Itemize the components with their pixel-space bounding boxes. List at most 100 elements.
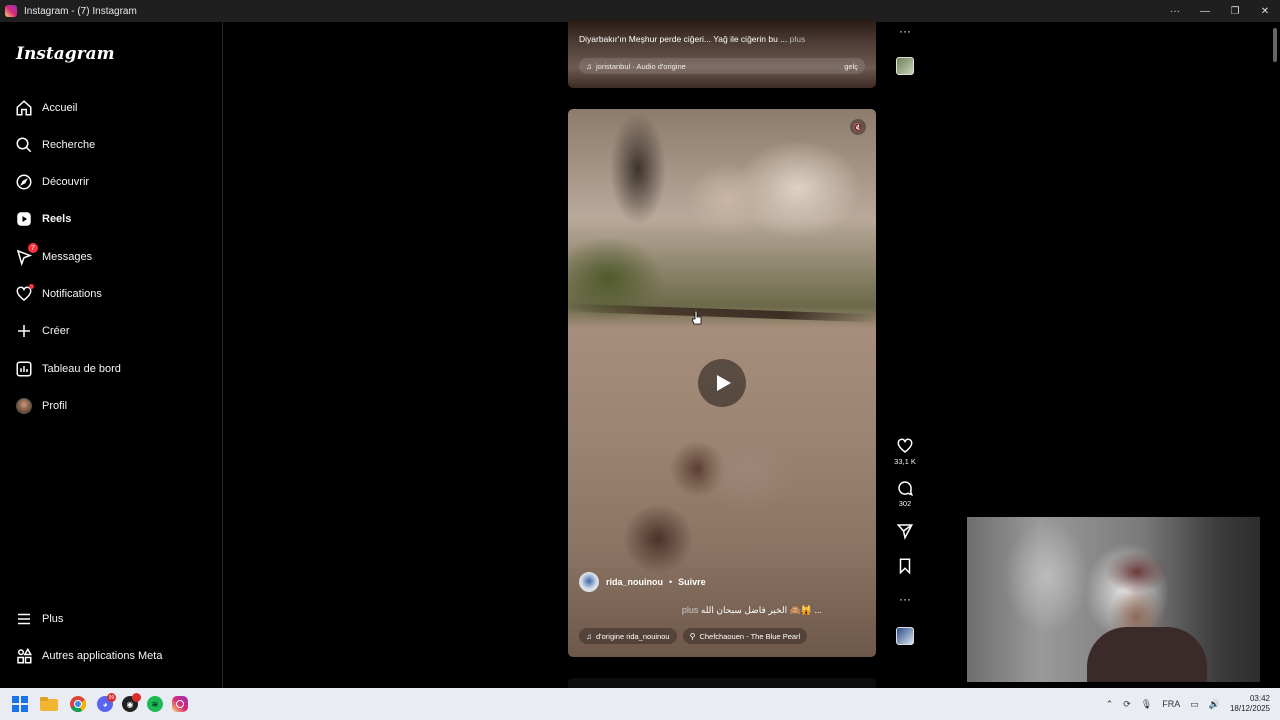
clock-time: 03:42 bbox=[1249, 694, 1270, 703]
audio-thumbnail-image bbox=[896, 57, 914, 75]
play-icon bbox=[717, 375, 731, 391]
messenger-icon: 7 bbox=[14, 243, 38, 267]
messages-badge: 7 bbox=[28, 243, 38, 253]
send-icon bbox=[896, 524, 913, 540]
reel-tags: ♫ d'origine rida_nouinou ⚲ Chefchaouen -… bbox=[579, 628, 808, 644]
clock[interactable]: 03:42 18/12/2025 bbox=[1230, 694, 1270, 714]
sidebar-item-label: Découvrir bbox=[42, 176, 90, 188]
sidebar-item-label: Tableau de bord bbox=[42, 363, 121, 375]
taskbar-apps: ◕ 99 ◉ ≋ bbox=[10, 693, 188, 714]
sidebar-item-create[interactable]: Créer bbox=[14, 318, 214, 344]
windows-taskbar: ◕ 99 ◉ ≋ ⌃ ⟳ 🎙 FRA ▭ 🔊 03:42 18/12/2025 bbox=[0, 688, 1280, 720]
comment-button[interactable]: 302 bbox=[885, 479, 925, 508]
reel-video[interactable]: 🔇 rida_nouinou • Suivre plus الخير فاضل … bbox=[568, 109, 876, 657]
avatar bbox=[16, 398, 32, 414]
discord-icon[interactable]: ◕ 99 bbox=[97, 693, 116, 712]
sync-icon[interactable]: ⟳ bbox=[1123, 699, 1131, 710]
audio-thumbnail[interactable] bbox=[885, 57, 925, 75]
microphone-icon[interactable]: 🎙 bbox=[1141, 699, 1152, 710]
chrome-icon[interactable] bbox=[68, 694, 88, 714]
scrollbar-thumb[interactable] bbox=[1273, 28, 1277, 62]
restore-icon[interactable]: ❐ bbox=[1220, 0, 1250, 22]
sidebar-item-label: Notifications bbox=[42, 288, 102, 300]
sidebar-item-dashboard[interactable]: Tableau de bord bbox=[14, 356, 214, 382]
sidebar-item-meta-apps[interactable]: Autres applications Meta bbox=[14, 643, 214, 669]
volume-icon[interactable]: 🔊 bbox=[1209, 699, 1220, 710]
author-avatar[interactable] bbox=[579, 572, 599, 592]
location-tag[interactable]: ⚲ Chefchaouen - The Blue Pearl bbox=[682, 628, 808, 644]
reels-icon bbox=[14, 209, 34, 229]
audio-tag[interactable]: ♫ joristanbul · Audio d'origine gelç bbox=[579, 58, 865, 74]
chevron-up-icon[interactable]: ⌃ bbox=[1106, 699, 1114, 710]
sidebar-item-label: Autres applications Meta bbox=[42, 650, 163, 662]
sidebar-item-label: Messages bbox=[42, 251, 93, 263]
close-icon[interactable]: ✕ bbox=[1250, 0, 1280, 22]
share-button[interactable] bbox=[885, 522, 925, 540]
instagram-taskbar-icon[interactable] bbox=[172, 696, 188, 712]
discord-badge: 99 bbox=[107, 693, 116, 702]
follow-button[interactable]: Suivre bbox=[678, 577, 706, 587]
heart-icon bbox=[897, 438, 913, 453]
caption-text: الخير فاضل سبحان الله 🙈🙀 ... bbox=[700, 605, 822, 615]
audio-thumbnail-image bbox=[896, 627, 914, 645]
music-note-icon: ♫ bbox=[586, 61, 592, 71]
music-note-icon: ♫ bbox=[586, 631, 592, 641]
scrollbar[interactable] bbox=[1270, 22, 1280, 688]
audio-label: d'origine rida_nouinou bbox=[596, 631, 670, 641]
profile-icon-wrap bbox=[14, 396, 34, 416]
windows-start-icon[interactable] bbox=[10, 694, 30, 714]
sidebar-item-more[interactable]: Plus bbox=[14, 606, 214, 632]
sidebar-item-messages[interactable]: 7 Messages bbox=[14, 243, 214, 270]
more-link[interactable]: plus bbox=[682, 605, 699, 615]
minimize-icon[interactable]: — bbox=[1190, 0, 1220, 22]
more-options-button[interactable]: ··· bbox=[885, 24, 925, 38]
more-link[interactable]: plus bbox=[790, 34, 806, 44]
audio-tag[interactable]: ♫ d'origine rida_nouinou bbox=[579, 628, 677, 644]
location-pin-icon: ⚲ bbox=[689, 631, 696, 641]
more-options-button[interactable]: ··· bbox=[885, 592, 925, 606]
instagram-logo[interactable]: Instagram bbox=[16, 44, 115, 64]
search-icon bbox=[14, 135, 34, 155]
reel-caption[interactable]: plus الخير فاضل سبحان الله 🙈🙀 ... bbox=[682, 605, 822, 616]
author-name[interactable]: rida_nouinou bbox=[606, 577, 663, 587]
reel-author: rida_nouinou • Suivre bbox=[579, 572, 706, 592]
video-detail bbox=[568, 303, 876, 323]
display-icon[interactable]: ▭ bbox=[1190, 699, 1199, 710]
spotify-icon[interactable]: ≋ bbox=[147, 696, 163, 712]
sidebar-item-notifications[interactable]: Notifications bbox=[14, 281, 214, 307]
play-button[interactable] bbox=[698, 359, 746, 407]
mute-icon[interactable]: 🔇 bbox=[850, 119, 866, 135]
comment-count: 302 bbox=[898, 499, 912, 508]
audio-thumbnail[interactable] bbox=[885, 627, 925, 645]
like-button[interactable]: 33,1 K bbox=[885, 437, 925, 466]
save-button[interactable] bbox=[885, 557, 925, 575]
sidebar-item-explore[interactable]: Découvrir bbox=[14, 169, 214, 195]
sidebar-item-label: Reels bbox=[42, 213, 72, 225]
notification-dot bbox=[29, 284, 34, 289]
obs-icon[interactable]: ◉ bbox=[122, 693, 141, 712]
window-controls: ··· — ❐ ✕ bbox=[1160, 0, 1280, 22]
separator: • bbox=[669, 577, 673, 587]
streamer-silhouette bbox=[1087, 627, 1207, 682]
webcam-overlay bbox=[967, 517, 1260, 682]
previous-reel[interactable]: Diyarbakır'ın Meşhur perde ciğeri... Yağ… bbox=[568, 20, 876, 88]
sidebar-item-label: Créer bbox=[42, 325, 70, 337]
sidebar-item-home[interactable]: Accueil bbox=[14, 95, 214, 121]
file-explorer-icon[interactable] bbox=[39, 694, 59, 714]
sidebar-item-search[interactable]: Recherche bbox=[14, 132, 214, 158]
heart-icon bbox=[14, 284, 34, 304]
menu-icon bbox=[14, 609, 34, 629]
comment-icon bbox=[898, 481, 913, 497]
ellipsis-icon: ··· bbox=[899, 592, 911, 606]
sidebar-item-profile[interactable]: Profil bbox=[14, 393, 214, 419]
previous-reel-caption[interactable]: Diyarbakır'ın Meşhur perde ciğeri... Yağ… bbox=[579, 34, 805, 44]
system-tray: ⌃ ⟳ 🎙 FRA ▭ 🔊 03:42 18/12/2025 bbox=[1106, 688, 1270, 720]
sidebar: Instagram Accueil Recherche Découvrir Re… bbox=[0, 22, 223, 688]
language-indicator[interactable]: FRA bbox=[1162, 699, 1180, 709]
obs-glyph: ◉ bbox=[126, 699, 134, 709]
sidebar-item-reels[interactable]: Reels bbox=[14, 206, 214, 232]
hand-cursor-icon bbox=[692, 311, 702, 325]
sidebar-item-label: Plus bbox=[42, 613, 64, 625]
more-icon[interactable]: ··· bbox=[1160, 0, 1190, 22]
sidebar-item-label: Profil bbox=[42, 400, 68, 412]
